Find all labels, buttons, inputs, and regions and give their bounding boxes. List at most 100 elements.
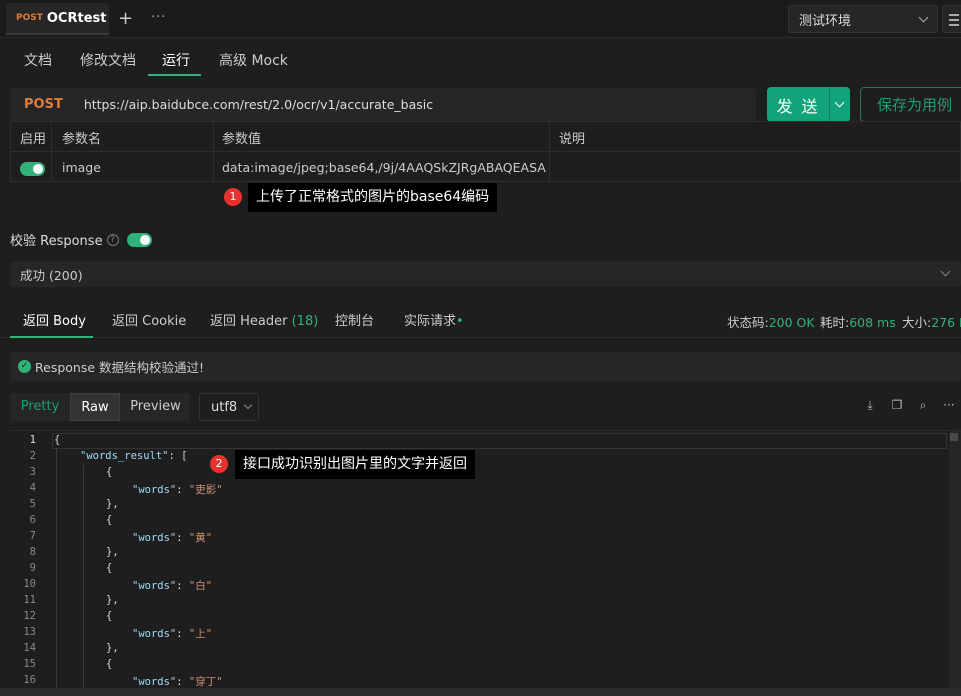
view-pretty[interactable]: Pretty [10,393,70,421]
validate-toggle[interactable] [126,232,152,247]
send-label: 发 送 [776,96,820,116]
copy-icon[interactable]: ❐ [889,398,905,414]
tab-response-body[interactable]: 返回 Body [23,310,86,329]
tab-run[interactable]: 运行 [162,50,190,70]
sub-tabs: 文档 修改文档 运行 高级 Mock [0,38,961,78]
line-number: 10 [23,578,36,590]
code-line: "words": "上" [132,628,213,640]
code-line: { [106,466,113,478]
code-line: "words": "吏影" [132,484,223,496]
encoding-select[interactable]: utf8 [199,393,259,421]
validate-response: 校验 Response ? [10,230,152,249]
code-line: }, [106,546,119,558]
method-select[interactable]: POST [24,97,63,112]
code-line: { [106,562,113,574]
view-preview[interactable]: Preview [123,393,188,421]
validate-response-label: 校验 Response [10,234,103,249]
line-number: 9 [29,562,36,574]
more-options-icon[interactable]: ··· [941,398,957,414]
line-number: 2 [29,450,36,462]
more-tabs-icon[interactable]: ··· [151,10,166,25]
param-name[interactable]: image [62,160,207,175]
col-value: 参数值 [222,132,262,147]
check-circle-icon: ✓ [18,360,31,373]
code-line: { [106,514,113,526]
new-tab-button[interactable]: + [118,8,133,29]
current-line-highlight [52,433,947,449]
col-name: 参数名 [62,132,102,147]
chevron-down-icon [940,266,951,277]
chevron-down-icon [243,400,253,410]
tab-console[interactable]: 控制台 [335,310,374,329]
encoding-label: utf8 [211,399,238,415]
view-mode-switch: Pretty Raw Preview [10,393,190,421]
response-size: 大小:276 B [902,315,961,330]
annotation-note-2: 接口成功识别出图片里的文字并返回 [235,450,475,479]
scrollbar-thumb[interactable] [950,433,958,441]
help-icon[interactable]: ? [106,233,119,246]
line-number: 5 [29,498,36,510]
tab-bar: POST OCRtest + ··· 测试环境 [0,0,961,38]
schema-check-bar: ✓ Response 数据结构校验通过! [10,352,961,381]
code-line: "words": "黄" [132,532,213,544]
horizontal-scrollbar[interactable] [0,688,961,696]
code-line: { [106,610,113,622]
request-tab[interactable]: POST OCRtest [6,3,109,35]
line-number: 14 [23,642,36,654]
tab-name: OCRtest [46,10,107,26]
active-tab-indicator [148,74,201,76]
url-input[interactable]: https://aip.baidubce.com/rest/2.0/ocr/v1… [84,97,433,112]
line-number: 1 [29,434,36,446]
line-number: 8 [29,546,36,558]
line-number: 13 [23,626,36,638]
code-line: }, [106,594,119,606]
response-tabs: 返回 Body 返回 Cookie 返回 Header (18) 控制台 实际请… [0,298,961,338]
annotation-badge-1: 1 [224,188,242,206]
params-table: 启用 参数名 参数值 说明 image data:image/jpeg;base… [10,121,961,182]
code-line: "words_result": [ [80,450,188,462]
line-number: 7 [29,530,36,542]
code-line: { [54,434,61,446]
col-enabled: 启用 [20,132,47,147]
chevron-down-icon [918,12,929,22]
line-number: 12 [23,610,36,622]
param-enabled-toggle[interactable] [20,162,45,176]
code-line: "words": "白" [132,580,213,592]
vertical-scrollbar[interactable] [949,431,961,688]
status-code: 状态码:200 OK [727,315,815,330]
tab-advanced-mock[interactable]: 高级 Mock [219,50,288,70]
annotation-note-1: 上传了正常格式的图片的base64编码 [248,183,498,212]
tab-response-header[interactable]: 返回 Header (18) [210,310,318,329]
response-time: 耗时:608 ms [820,315,896,330]
environment-select[interactable]: 测试环境 [788,5,938,33]
line-number: 4 [29,482,36,494]
tab-docs[interactable]: 文档 [24,50,52,70]
search-icon[interactable]: ⌕ [915,398,931,414]
response-body-editor[interactable]: 1 {2 "words_result": [ 3 {4 "words": "吏影" 5}, 6… [10,430,961,688]
line-number: 3 [29,466,36,478]
url-bar[interactable]: POST https://aip.baidubce.com/rest/2.0/o… [10,88,756,121]
annotation-badge-2: 2 [210,455,228,473]
active-response-tab-indicator [10,336,93,338]
line-number: 15 [23,658,36,670]
download-icon[interactable]: ⤓ [862,398,878,414]
tab-edit-docs[interactable]: 修改文档 [80,50,136,70]
line-number: 16 [23,674,36,686]
view-raw[interactable]: Raw [70,393,120,421]
response-status-select[interactable]: 成功 (200) [10,261,961,287]
line-number: 6 [29,514,36,526]
tab-response-cookie[interactable]: 返回 Cookie [112,310,186,329]
environment-menu-button[interactable] [942,5,961,33]
save-as-example-button[interactable]: 保存为用例 [860,87,961,122]
tab-actual-request[interactable]: 实际请求• [404,310,464,329]
param-value[interactable]: data:image/jpeg;base64,/9j/4AAQSkZJRgABA… [222,160,546,175]
chevron-down-icon[interactable] [834,97,845,108]
code-line: }, [106,642,119,654]
schema-check-message: Response 数据结构校验通过! [35,360,205,375]
response-status-label: 成功 (200) [20,267,83,283]
send-button[interactable]: 发 送 [767,87,850,122]
code-line: "words": "穿丁" [132,676,223,688]
code-line: { [106,658,113,670]
tab-method: POST [16,13,43,23]
col-desc: 说明 [559,132,586,147]
